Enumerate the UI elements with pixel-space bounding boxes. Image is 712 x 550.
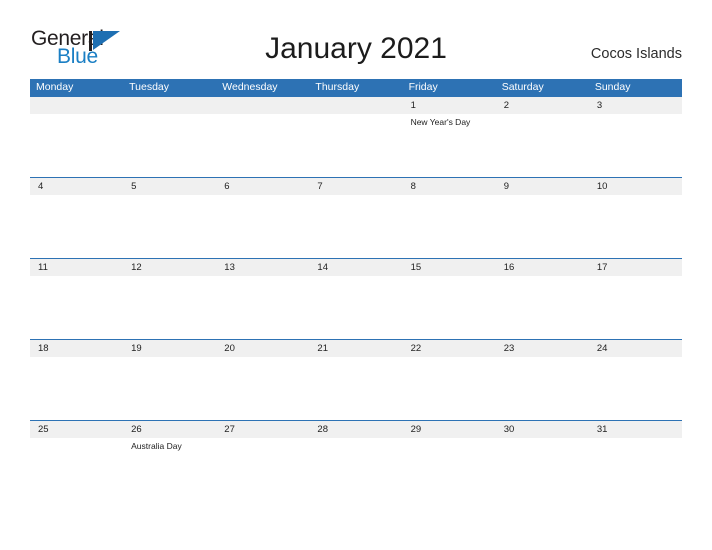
day-number[interactable] — [30, 97, 123, 114]
day-number[interactable]: 1 — [403, 97, 496, 114]
day-number[interactable]: 15 — [403, 259, 496, 276]
day-cell[interactable] — [589, 114, 682, 177]
page-header: General Blue January 2021 Cocos Islands — [0, 0, 712, 67]
day-number[interactable] — [309, 97, 402, 114]
day-cell[interactable] — [30, 276, 123, 339]
week-event-strip — [30, 195, 682, 258]
week-event-strip: New Year's Day — [30, 114, 682, 177]
day-cell[interactable] — [309, 114, 402, 177]
weekday-header-thursday: Thursday — [315, 81, 360, 93]
day-number[interactable]: 31 — [589, 421, 682, 438]
week-row: 4 5 6 7 8 9 10 — [30, 177, 682, 258]
day-cell[interactable] — [123, 276, 216, 339]
week-date-strip: 1 2 3 — [30, 97, 682, 114]
week-date-strip: 4 5 6 7 8 9 10 — [30, 178, 682, 195]
weekday-header-sunday: Sunday — [594, 81, 631, 93]
day-number[interactable]: 22 — [403, 340, 496, 357]
day-cell[interactable] — [589, 357, 682, 420]
day-cell[interactable] — [403, 276, 496, 339]
day-number[interactable] — [123, 97, 216, 114]
day-cell[interactable]: New Year's Day — [403, 114, 496, 177]
day-cell[interactable] — [309, 276, 402, 339]
day-cell[interactable] — [30, 114, 123, 177]
day-number[interactable]: 10 — [589, 178, 682, 195]
day-cell[interactable] — [309, 195, 402, 258]
calendar-table: Monday Tuesday Wednesday Thursday Friday… — [30, 79, 682, 501]
day-cell[interactable] — [123, 195, 216, 258]
day-cell[interactable] — [403, 438, 496, 501]
day-number[interactable]: 17 — [589, 259, 682, 276]
day-number[interactable]: 4 — [30, 178, 123, 195]
day-cell[interactable] — [496, 195, 589, 258]
day-cell[interactable] — [589, 438, 682, 501]
event-label: New Year's Day — [410, 117, 471, 127]
day-cell[interactable] — [216, 195, 309, 258]
week-event-strip — [30, 276, 682, 339]
day-cell[interactable] — [123, 114, 216, 177]
day-number[interactable]: 14 — [309, 259, 402, 276]
day-cell[interactable] — [30, 438, 123, 501]
weekday-header-saturday: Saturday — [501, 81, 544, 93]
weekday-header-wednesday: Wednesday — [222, 81, 278, 93]
day-cell[interactable] — [123, 357, 216, 420]
week-row: 11 12 13 14 15 16 17 — [30, 258, 682, 339]
day-cell[interactable] — [309, 357, 402, 420]
week-date-strip: 11 12 13 14 15 16 17 — [30, 259, 682, 276]
day-cell[interactable] — [496, 438, 589, 501]
event-label: Australia Day — [131, 441, 182, 451]
day-cell[interactable] — [216, 276, 309, 339]
weekday-header-monday: Monday — [36, 81, 74, 93]
day-cell[interactable] — [30, 195, 123, 258]
day-number[interactable]: 6 — [216, 178, 309, 195]
day-number[interactable]: 23 — [496, 340, 589, 357]
day-number[interactable]: 16 — [496, 259, 589, 276]
day-number[interactable]: 24 — [589, 340, 682, 357]
day-number[interactable]: 25 — [30, 421, 123, 438]
day-number[interactable]: 13 — [216, 259, 309, 276]
day-number[interactable]: 28 — [309, 421, 402, 438]
day-number[interactable]: 26 — [123, 421, 216, 438]
day-number[interactable]: 3 — [589, 97, 682, 114]
day-number[interactable] — [216, 97, 309, 114]
region-label: Cocos Islands — [590, 46, 682, 62]
day-number[interactable]: 9 — [496, 178, 589, 195]
day-cell[interactable] — [216, 438, 309, 501]
day-cell[interactable] — [216, 114, 309, 177]
day-cell[interactable] — [309, 438, 402, 501]
week-row: 18 19 20 21 22 23 24 — [30, 339, 682, 420]
day-cell[interactable] — [496, 276, 589, 339]
day-number[interactable]: 2 — [496, 97, 589, 114]
day-number[interactable]: 18 — [30, 340, 123, 357]
day-number[interactable]: 12 — [123, 259, 216, 276]
day-number[interactable]: 19 — [123, 340, 216, 357]
weekday-header-friday: Friday — [408, 81, 438, 93]
day-cell[interactable] — [589, 276, 682, 339]
day-number[interactable]: 29 — [403, 421, 496, 438]
week-event-strip: Australia Day — [30, 438, 682, 501]
weekday-header-tuesday: Tuesday — [129, 81, 170, 93]
day-cell[interactable]: Australia Day — [123, 438, 216, 501]
week-row: 25 26 27 28 29 30 31 Australia Day — [30, 420, 682, 501]
weekday-header-row: Monday Tuesday Wednesday Thursday Friday… — [30, 79, 682, 96]
calendar-page: General Blue January 2021 Cocos Islands … — [0, 0, 712, 550]
day-number[interactable]: 5 — [123, 178, 216, 195]
day-cell[interactable] — [589, 195, 682, 258]
week-date-strip: 18 19 20 21 22 23 24 — [30, 340, 682, 357]
week-date-strip: 25 26 27 28 29 30 31 — [30, 421, 682, 438]
day-number[interactable]: 21 — [309, 340, 402, 357]
day-cell[interactable] — [496, 357, 589, 420]
day-cell[interactable] — [216, 357, 309, 420]
day-number[interactable]: 11 — [30, 259, 123, 276]
week-event-strip — [30, 357, 682, 420]
day-number[interactable]: 20 — [216, 340, 309, 357]
week-row: 1 2 3 New Year's Day — [30, 96, 682, 177]
day-number[interactable]: 27 — [216, 421, 309, 438]
day-number[interactable]: 7 — [309, 178, 402, 195]
day-cell[interactable] — [496, 114, 589, 177]
day-cell[interactable] — [403, 195, 496, 258]
day-number[interactable]: 8 — [403, 178, 496, 195]
day-cell[interactable] — [403, 357, 496, 420]
day-number[interactable]: 30 — [496, 421, 589, 438]
day-cell[interactable] — [30, 357, 123, 420]
